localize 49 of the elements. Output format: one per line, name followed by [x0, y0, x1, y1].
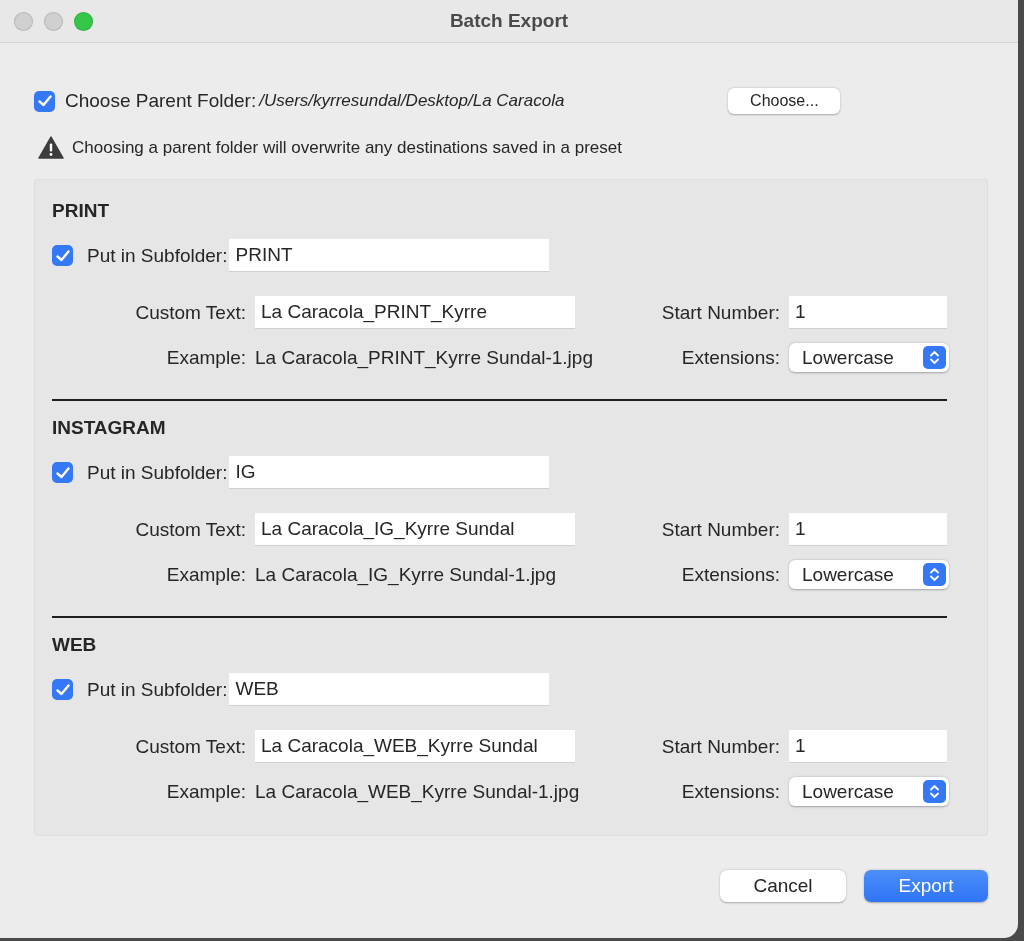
section-title: WEB: [52, 634, 98, 657]
checkbox-label: Put in Subfolder:: [87, 678, 228, 701]
stepper-icon: [923, 346, 946, 369]
field-label: Custom Text:: [134, 301, 246, 324]
example-filename: La Caracola_WEB_Kyrre Sundal-1.jpg: [255, 780, 581, 803]
folder-path: /Users/kyrresundal/Desktop/La Caracola: [259, 91, 565, 111]
checkbox[interactable]: [52, 462, 73, 483]
warning-icon: [38, 136, 64, 159]
stepper-icon: [923, 780, 946, 803]
example-filename: La Caracola_PRINT_Kyrre Sundal-1.jpg: [255, 346, 594, 369]
section-title: INSTAGRAM: [52, 417, 167, 440]
custom-text-field[interactable]: La Caracola_IG_Kyrre Sundal: [255, 513, 575, 546]
start-number-field[interactable]: 1: [789, 296, 947, 329]
checkbox[interactable]: [52, 679, 73, 700]
start-number-field[interactable]: 1: [789, 513, 947, 546]
window-title: Batch Export: [449, 10, 569, 32]
zoom-button[interactable]: [74, 11, 93, 31]
custom-text-field[interactable]: La Caracola_PRINT_Kyrre: [255, 296, 575, 329]
field-label: Extensions:: [680, 346, 780, 369]
field-label: Extensions:: [680, 563, 780, 586]
warning-text: Choosing a parent folder will overwrite any destinations saved in a preset: [72, 137, 622, 158]
extensions-dropdown[interactable]: Lowercase: [789, 777, 949, 806]
checkbox[interactable]: [52, 245, 73, 266]
subfolder-field[interactable]: WEB: [229, 673, 550, 706]
cancel-button[interactable]: Cancel: [720, 870, 846, 902]
field-label: Start Number:: [660, 518, 780, 541]
subfolder-field[interactable]: IG: [229, 456, 550, 489]
field-label: Start Number:: [660, 735, 780, 758]
extensions-dropdown[interactable]: Lowercase: [789, 343, 949, 372]
checkbox-label: Put in Subfolder:: [87, 244, 228, 267]
field-label: Example:: [165, 346, 246, 369]
field-label: Custom Text:: [134, 518, 246, 541]
field-label: Example:: [165, 563, 246, 586]
stepper-icon: [923, 563, 946, 586]
checkbox[interactable]: [34, 90, 55, 112]
section-title: PRINT: [52, 200, 110, 223]
start-number-field[interactable]: 1: [789, 730, 947, 763]
field-label: Example:: [165, 780, 246, 803]
field-label: Extensions:: [680, 780, 780, 803]
custom-text-field[interactable]: La Caracola_WEB_Kyrre Sundal: [255, 730, 575, 763]
export-button[interactable]: Export: [864, 870, 988, 902]
field-label: Start Number:: [660, 301, 780, 324]
choose-button[interactable]: Choose...: [728, 88, 841, 114]
field-label: Custom Text:: [134, 735, 246, 758]
checkbox-label: Choose Parent Folder:: [65, 90, 257, 112]
subfolder-field[interactable]: PRINT: [229, 239, 550, 272]
extensions-dropdown[interactable]: Lowercase: [789, 560, 949, 589]
checkbox-label: Put in Subfolder:: [87, 461, 228, 484]
example-filename: La Caracola_IG_Kyrre Sundal-1.jpg: [255, 563, 557, 586]
